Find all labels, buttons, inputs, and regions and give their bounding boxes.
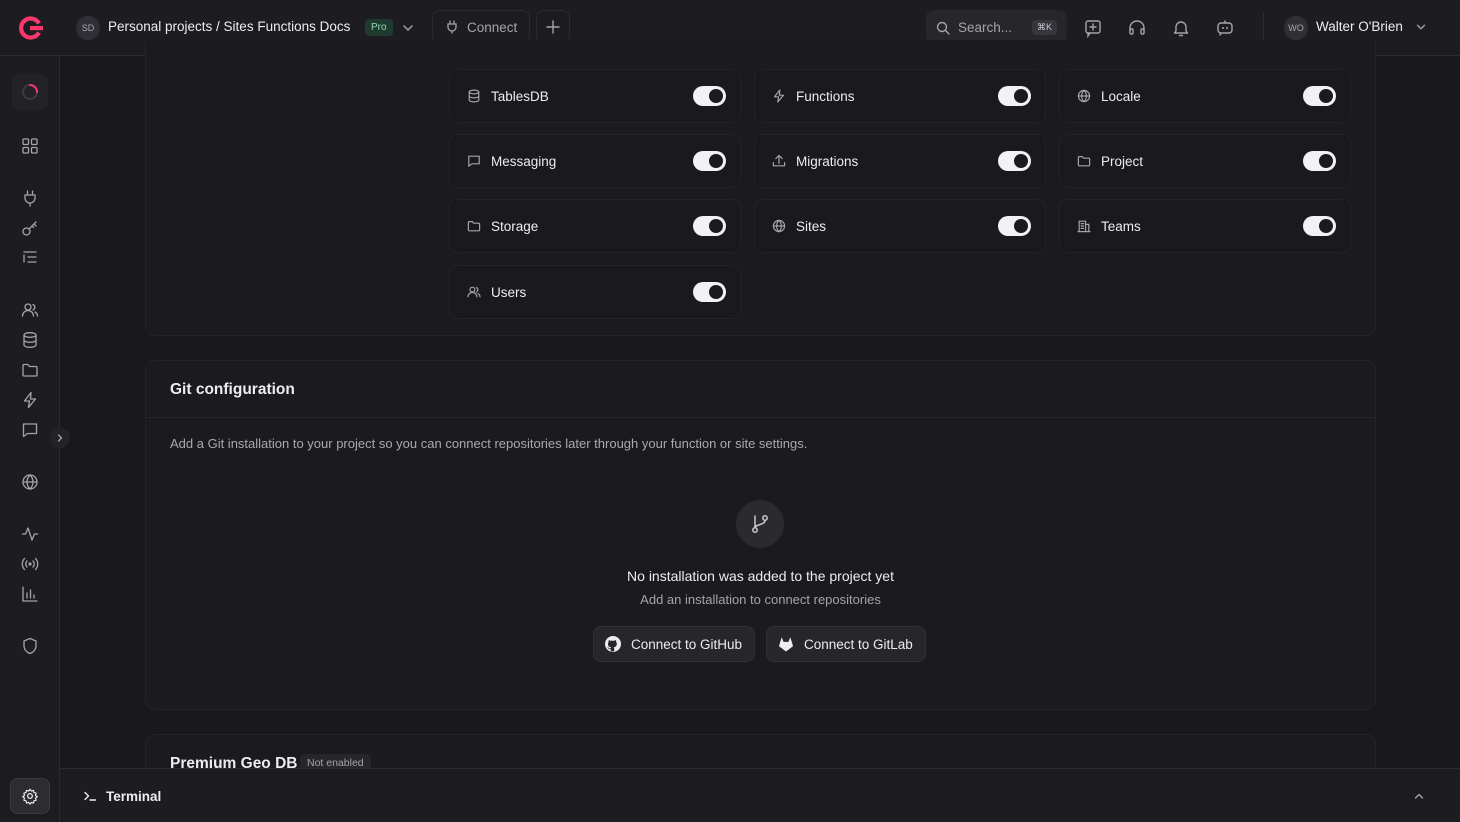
terminal-icon	[83, 789, 97, 803]
service-label: Locale	[1101, 88, 1141, 104]
search-shortcut: ⌘K	[1031, 20, 1057, 35]
gear-icon	[21, 787, 39, 805]
chat-icon[interactable]	[20, 420, 40, 440]
plug-icon[interactable]	[20, 188, 40, 208]
service-toggle[interactable]	[998, 86, 1031, 106]
service-label: Sites	[796, 218, 827, 234]
upload-icon	[771, 153, 787, 169]
appwrite-logo-icon[interactable]	[17, 14, 45, 42]
plug-icon	[445, 20, 459, 34]
connect-label: Connect	[467, 19, 518, 35]
service-item-storage: Storage	[449, 199, 741, 253]
overview-icon[interactable]	[20, 136, 40, 156]
chevron-right-icon	[55, 433, 65, 443]
service-item-users: Users	[449, 265, 741, 319]
service-item-functions: Functions	[754, 69, 1046, 123]
shield-icon[interactable]	[20, 636, 40, 656]
service-toggle[interactable]	[1303, 151, 1336, 171]
service-toggle[interactable]	[998, 216, 1031, 236]
project-breadcrumb[interactable]: Personal projects / Sites Functions Docs	[108, 19, 350, 34]
database-icon[interactable]	[20, 330, 40, 350]
terminal-bar[interactable]: Terminal	[60, 768, 1460, 822]
activity-icon[interactable]	[20, 524, 40, 544]
service-label: Functions	[796, 88, 855, 104]
globe-icon	[1076, 88, 1092, 104]
database-icon	[466, 88, 482, 104]
section-description: Add a Git installation to your project s…	[170, 436, 808, 451]
feedback-icon[interactable]	[1083, 18, 1103, 38]
plan-badge: Pro	[365, 19, 393, 36]
chevron-down-icon[interactable]	[400, 20, 416, 36]
service-label: Storage	[491, 218, 539, 234]
service-item-tablesdb: TablesDB	[449, 69, 741, 123]
key-icon[interactable]	[20, 218, 40, 238]
service-label: Teams	[1101, 218, 1141, 234]
users-icon	[466, 284, 482, 300]
headphones-icon[interactable]	[1127, 18, 1147, 38]
service-item-teams: Teams	[1059, 199, 1351, 253]
connect-github-button[interactable]: Connect to GitHub	[593, 626, 756, 662]
connect-gitlab-button[interactable]: Connect to GitLab	[766, 626, 926, 662]
connect-github-label: Connect to GitHub	[631, 636, 743, 652]
folder-icon[interactable]	[20, 360, 40, 380]
search-icon	[936, 21, 950, 35]
service-item-project: Project	[1059, 134, 1351, 188]
settings-button[interactable]	[10, 778, 50, 814]
globe-icon[interactable]	[20, 472, 40, 492]
service-label: Messaging	[491, 153, 557, 169]
service-label: Migrations	[796, 153, 859, 169]
users-icon[interactable]	[20, 300, 40, 320]
connect-button[interactable]: Connect	[432, 10, 531, 44]
gitlab-icon	[777, 635, 795, 653]
service-toggle[interactable]	[1303, 216, 1336, 236]
service-item-messaging: Messaging	[449, 134, 741, 188]
service-toggle[interactable]	[693, 151, 726, 171]
lightning-icon[interactable]	[20, 390, 40, 410]
bar-chart-icon[interactable]	[20, 584, 40, 604]
service-toggle[interactable]	[693, 86, 726, 106]
service-toggle[interactable]	[998, 151, 1031, 171]
empty-state-title: No installation was added to the project…	[627, 568, 894, 584]
connect-gitlab-label: Connect to GitLab	[804, 636, 913, 652]
project-avatar: SD	[76, 16, 100, 40]
git-branch-icon	[736, 500, 784, 548]
divider	[146, 417, 1375, 418]
add-button[interactable]	[536, 10, 570, 44]
chat-icon	[466, 153, 482, 169]
avatar[interactable]: WO	[1284, 16, 1308, 40]
chevron-up-icon[interactable]	[1412, 789, 1426, 803]
service-label: Project	[1101, 153, 1144, 169]
service-label: TablesDB	[491, 88, 549, 104]
bell-icon[interactable]	[1171, 18, 1191, 38]
service-item-locale: Locale	[1059, 69, 1351, 123]
project-status-icon[interactable]	[12, 74, 48, 110]
user-name[interactable]: Walter O'Brien	[1316, 19, 1403, 34]
realtime-broadcast-icon[interactable]	[20, 554, 40, 574]
section-title: Git configuration	[170, 381, 295, 398]
service-toggle[interactable]	[693, 282, 726, 302]
git-configuration-card: Git configuration Add a Git installation…	[145, 360, 1376, 710]
folder-icon	[1076, 153, 1092, 169]
empty-state-subtitle: Add an installation to connect repositor…	[640, 592, 881, 607]
github-icon	[604, 635, 622, 653]
chevron-down-icon[interactable]	[1414, 20, 1428, 34]
lightning-icon	[771, 88, 787, 104]
service-label: Users	[491, 284, 527, 300]
service-item-sites: Sites	[754, 199, 1046, 253]
service-toggle[interactable]	[693, 216, 726, 236]
service-item-migrations: Migrations	[754, 134, 1046, 188]
service-toggle[interactable]	[1303, 86, 1336, 106]
plus-icon	[546, 20, 560, 34]
assistant-bot-icon[interactable]	[1215, 18, 1235, 38]
terminal-label: Terminal	[106, 789, 162, 804]
globe-icon	[771, 218, 787, 234]
building-icon	[1076, 218, 1092, 234]
folder-icon	[466, 218, 482, 234]
sidebar-expand-button[interactable]	[50, 428, 70, 448]
search-placeholder: Search...	[958, 20, 1013, 35]
list-icon[interactable]	[20, 248, 40, 268]
services-card: TablesDB Functions Locale Messaging Migr…	[145, 40, 1376, 336]
